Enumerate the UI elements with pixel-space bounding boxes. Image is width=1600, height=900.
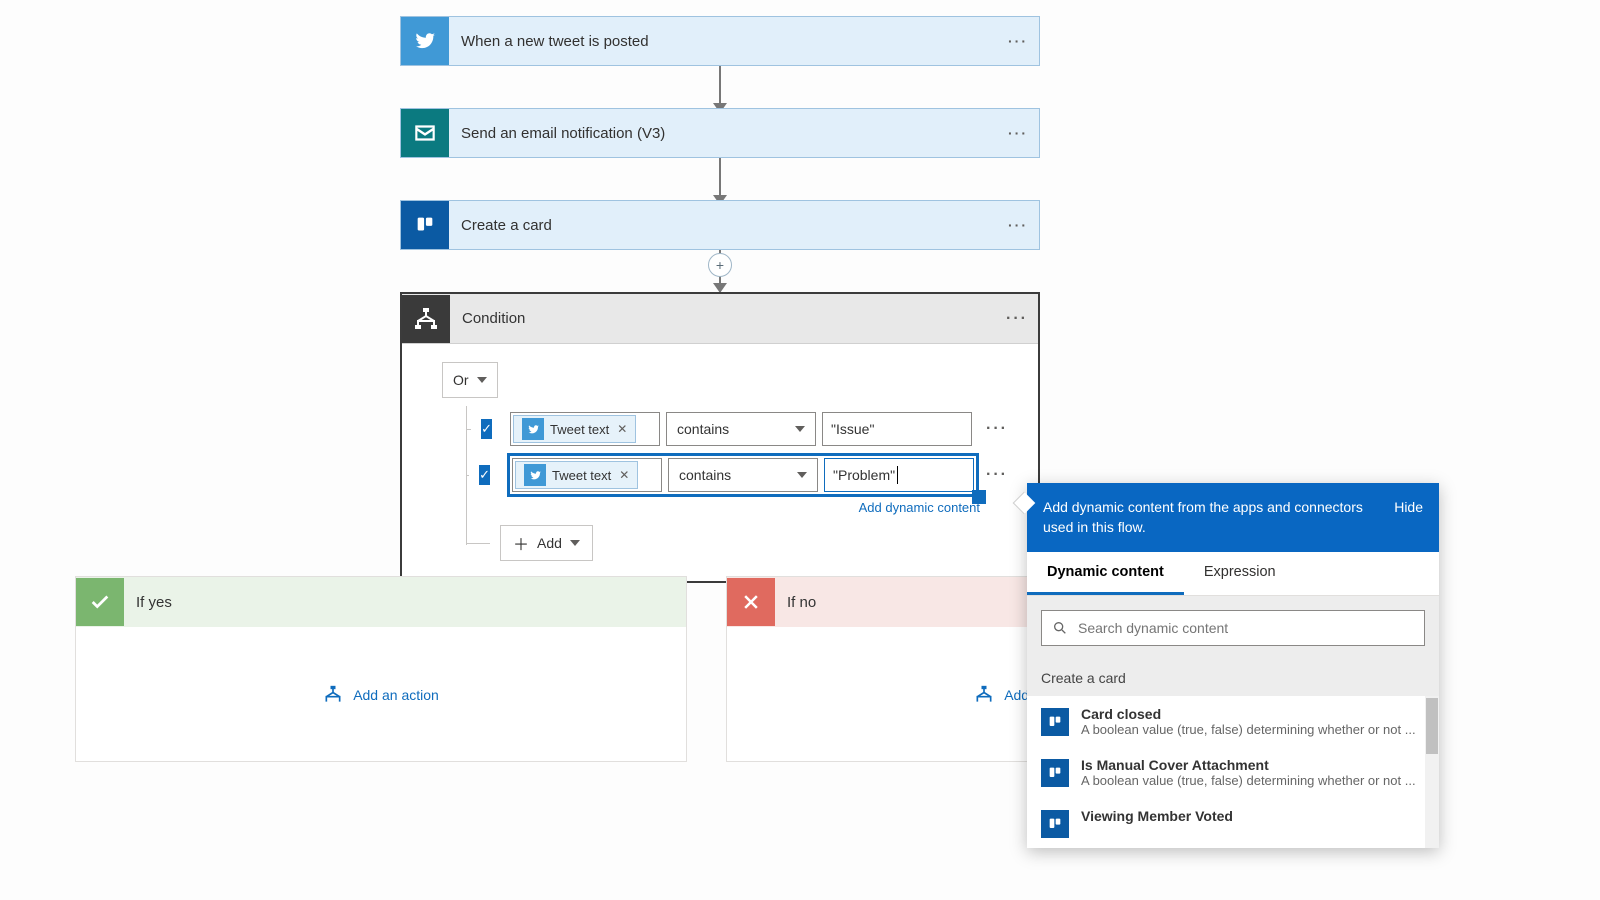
item-desc: A boolean value (true, false) determinin… bbox=[1081, 722, 1425, 737]
check-icon bbox=[76, 578, 124, 626]
tab-dynamic-content[interactable]: Dynamic content bbox=[1027, 552, 1184, 595]
add-condition-button[interactable]: ＋ Add bbox=[500, 525, 593, 561]
step-more-menu[interactable]: ··· bbox=[997, 125, 1039, 141]
add-dynamic-content-link[interactable]: Add dynamic content bbox=[442, 500, 980, 515]
trello-icon bbox=[1041, 708, 1069, 736]
text-cursor bbox=[897, 466, 898, 484]
remove-token-icon[interactable]: ✕ bbox=[617, 422, 627, 436]
scrollbar-thumb[interactable] bbox=[1426, 698, 1438, 754]
check-icon: ✓ bbox=[481, 421, 492, 437]
condition-icon bbox=[402, 295, 450, 343]
item-name: Card closed bbox=[1081, 706, 1425, 722]
panel-header: Add dynamic content from the apps and co… bbox=[1027, 483, 1439, 552]
content-list: Card closed A boolean value (true, false… bbox=[1027, 696, 1439, 848]
step-more-menu[interactable]: ··· bbox=[997, 217, 1039, 233]
tree-branch bbox=[466, 543, 490, 544]
item-desc: A boolean value (true, false) determinin… bbox=[1081, 773, 1425, 788]
condition-header[interactable]: Condition ··· bbox=[402, 294, 1038, 344]
trello-step[interactable]: Create a card ··· bbox=[400, 200, 1040, 250]
remove-token-icon[interactable]: ✕ bbox=[619, 468, 629, 482]
row-more-menu[interactable]: ··· bbox=[986, 420, 1008, 438]
row-checkbox[interactable]: ✓ bbox=[479, 465, 490, 485]
dynamic-token[interactable]: Tweet text ✕ bbox=[515, 461, 638, 489]
value-text: "Problem" bbox=[833, 467, 895, 483]
panel-header-text: Add dynamic content from the apps and co… bbox=[1043, 497, 1382, 538]
operator-select[interactable]: contains bbox=[668, 458, 818, 492]
operator-select[interactable]: contains bbox=[666, 412, 816, 446]
dynamic-content-item[interactable]: Viewing Member Voted bbox=[1027, 798, 1439, 848]
search-field[interactable] bbox=[1078, 620, 1414, 636]
content-section-header: Create a card bbox=[1027, 660, 1439, 696]
value-text: "Issue" bbox=[831, 421, 874, 437]
check-icon: ✓ bbox=[479, 467, 490, 483]
hide-panel-button[interactable]: Hide bbox=[1394, 497, 1423, 515]
row-checkbox[interactable]: ✓ bbox=[481, 419, 492, 439]
dynamic-content-item[interactable]: Is Manual Cover Attachment A boolean val… bbox=[1027, 747, 1439, 798]
row-more-menu[interactable]: ··· bbox=[986, 466, 1008, 484]
value-input[interactable]: "Problem" bbox=[824, 458, 974, 492]
plus-icon: ＋ bbox=[513, 531, 529, 555]
trigger-step[interactable]: When a new tweet is posted ··· bbox=[400, 16, 1040, 66]
chevron-down-icon bbox=[795, 426, 805, 432]
step-title: When a new tweet is posted bbox=[449, 33, 997, 50]
search-input[interactable] bbox=[1041, 610, 1425, 646]
mail-icon bbox=[401, 109, 449, 157]
condition-card: Condition ··· Or ✓ Twee bbox=[400, 292, 1040, 583]
dynamic-token[interactable]: Tweet text ✕ bbox=[513, 415, 636, 443]
token-label: Tweet text bbox=[550, 422, 609, 437]
if-yes-branch: If yes Add an action bbox=[75, 576, 687, 762]
condition-row: ✓ Tweet text ✕ contains bbox=[442, 452, 1008, 498]
group-operator-label: Or bbox=[453, 372, 469, 388]
group-operator-select[interactable]: Or bbox=[442, 362, 498, 398]
tree-branch bbox=[466, 429, 471, 430]
step-title: Send an email notification (V3) bbox=[449, 125, 997, 142]
trello-icon bbox=[401, 201, 449, 249]
dynamic-content-item[interactable]: Card closed A boolean value (true, false… bbox=[1027, 696, 1439, 747]
value-input[interactable]: "Issue" bbox=[822, 412, 972, 446]
operator-label: contains bbox=[679, 467, 731, 483]
tab-expression[interactable]: Expression bbox=[1184, 552, 1296, 595]
trello-icon bbox=[1041, 759, 1069, 787]
item-name: Is Manual Cover Attachment bbox=[1081, 757, 1425, 773]
add-action-label: Add an action bbox=[353, 687, 439, 703]
condition-more-menu[interactable]: ··· bbox=[996, 310, 1038, 328]
dynamic-content-panel: Add dynamic content from the apps and co… bbox=[1027, 483, 1439, 848]
add-action-button[interactable]: Add an action bbox=[323, 685, 439, 705]
token-label: Tweet text bbox=[552, 468, 611, 483]
condition-title: Condition bbox=[450, 310, 996, 327]
twitter-icon bbox=[524, 464, 546, 486]
chevron-down-icon bbox=[570, 540, 580, 546]
connector-arrow bbox=[719, 158, 721, 204]
branch-title: If yes bbox=[124, 594, 172, 611]
item-name: Viewing Member Voted bbox=[1081, 808, 1425, 824]
insert-step-button[interactable]: + bbox=[708, 253, 732, 277]
panel-tabs: Dynamic content Expression bbox=[1027, 552, 1439, 596]
search-icon bbox=[1052, 620, 1068, 636]
chevron-down-icon bbox=[797, 472, 807, 478]
close-icon bbox=[727, 578, 775, 626]
chevron-down-icon bbox=[477, 377, 487, 383]
twitter-icon bbox=[522, 418, 544, 440]
email-step[interactable]: Send an email notification (V3) ··· bbox=[400, 108, 1040, 158]
step-more-menu[interactable]: ··· bbox=[997, 33, 1039, 49]
operand-field[interactable]: Tweet text ✕ bbox=[512, 458, 662, 492]
branch-title: If no bbox=[775, 594, 816, 611]
resize-handle[interactable] bbox=[972, 490, 986, 504]
operator-label: contains bbox=[677, 421, 729, 437]
step-title: Create a card bbox=[449, 217, 997, 234]
operand-field[interactable]: Tweet text ✕ bbox=[510, 412, 660, 446]
trello-icon bbox=[1041, 810, 1069, 838]
tree-branch bbox=[466, 475, 469, 476]
connector-arrow bbox=[719, 66, 721, 112]
add-label: Add bbox=[537, 535, 562, 551]
condition-row: ✓ Tweet text ✕ contains bbox=[442, 406, 1008, 452]
scrollbar[interactable] bbox=[1425, 696, 1439, 848]
twitter-icon bbox=[401, 17, 449, 65]
